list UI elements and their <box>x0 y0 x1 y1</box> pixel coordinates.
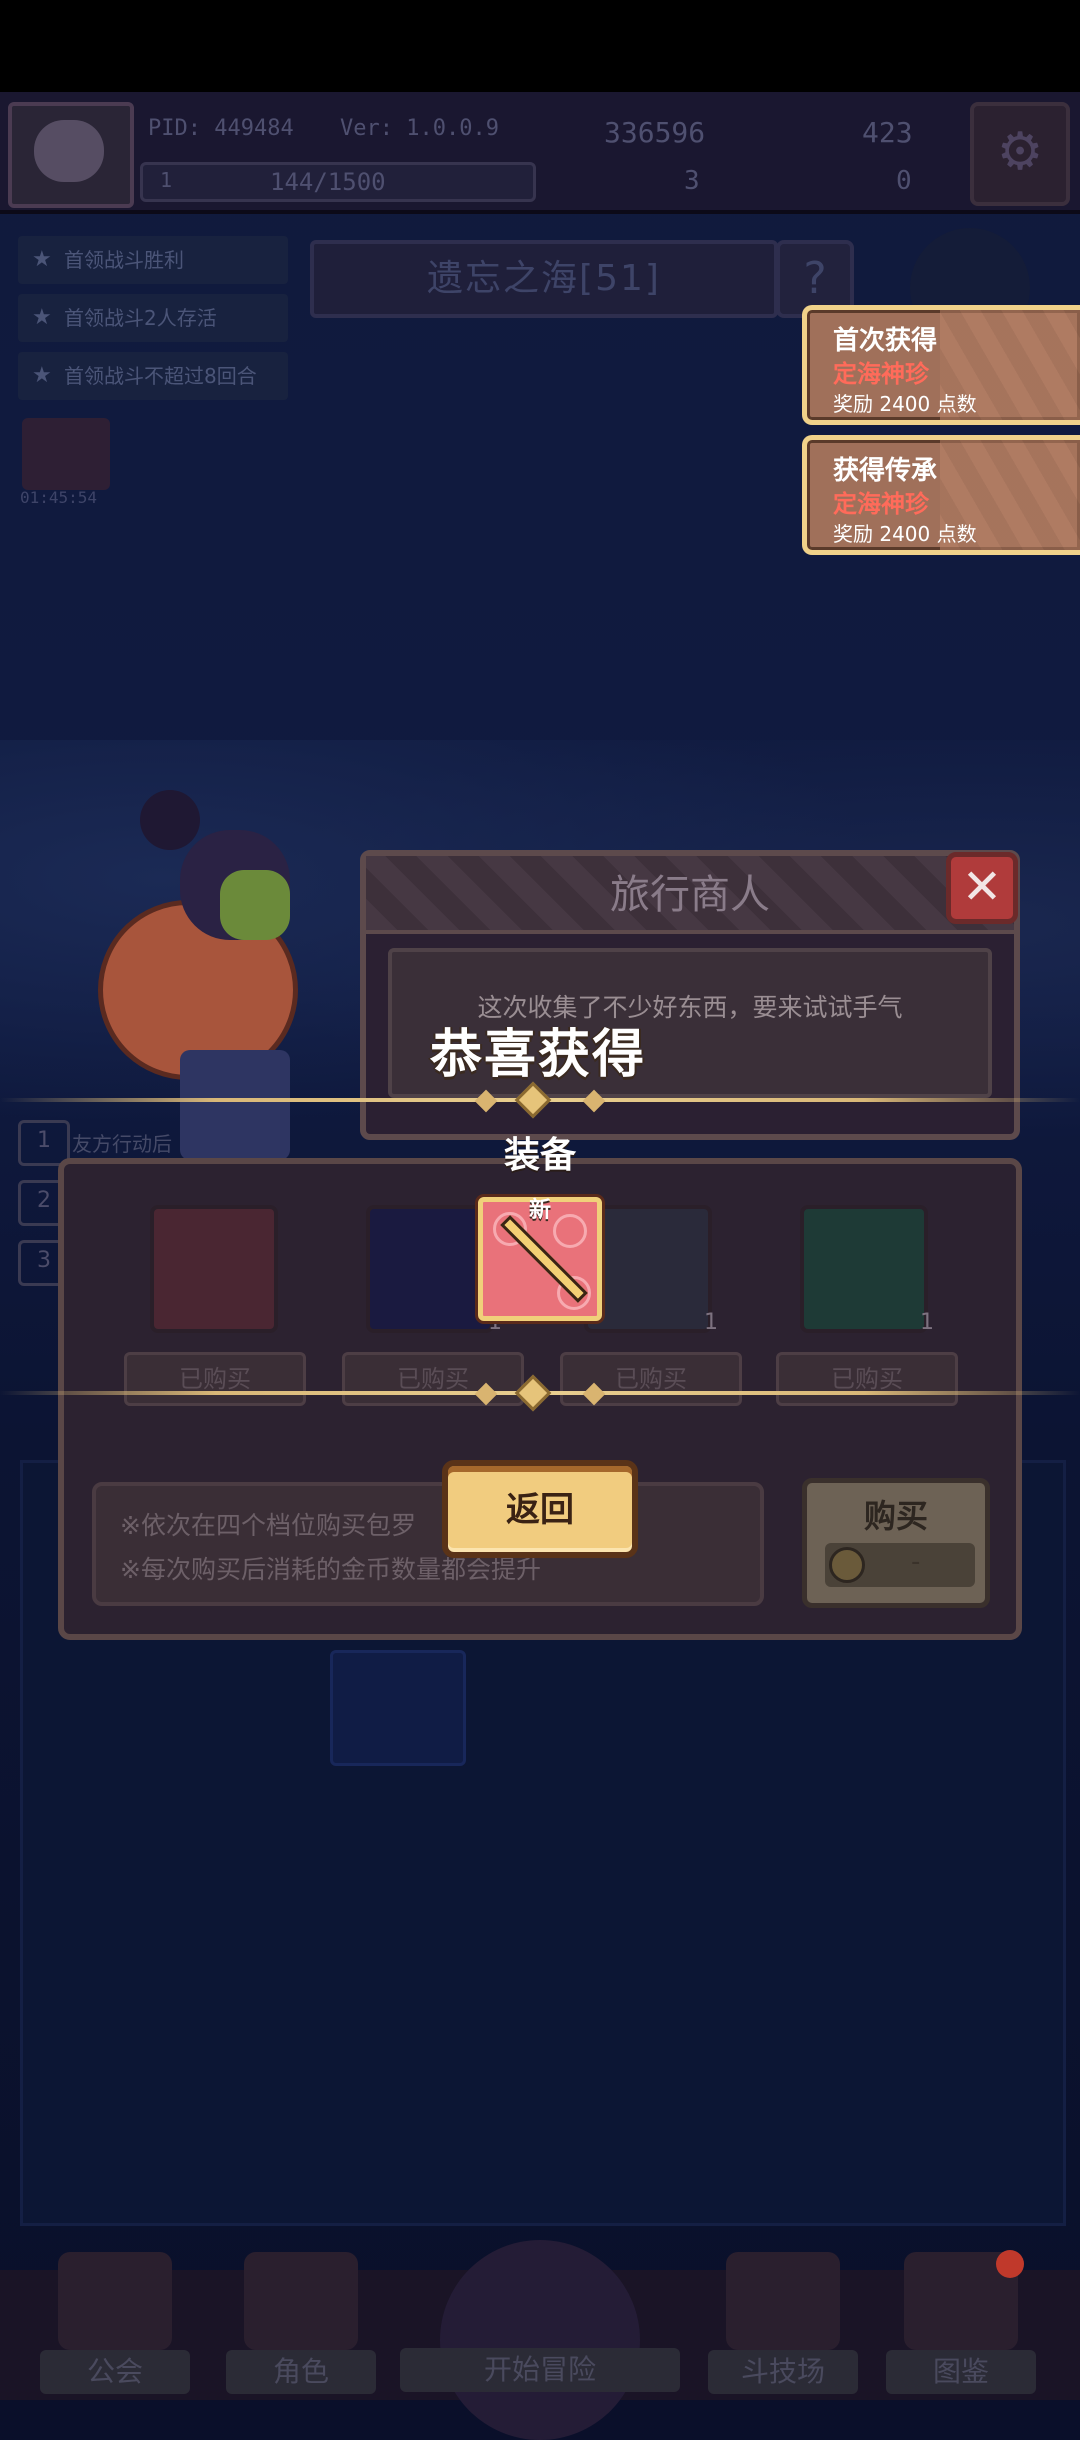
magnifier-icon <box>440 2240 640 2440</box>
quest-label: 首领战斗胜利 <box>64 248 184 272</box>
gift-chest-icon[interactable] <box>22 418 110 490</box>
quest-label: 首领战斗不超过8回合 <box>64 364 257 388</box>
chest-timer: 01:45:54 <box>20 488 98 507</box>
merchant-hair-bun <box>140 790 200 850</box>
energy-level: 1 <box>160 168 173 192</box>
star-icon: ★ <box>32 305 52 330</box>
star-icon: ★ <box>32 363 52 388</box>
coin-icon <box>829 1547 865 1583</box>
back-button[interactable]: 返回 <box>442 1460 638 1558</box>
toast-title: 首次获得 <box>833 326 938 356</box>
nav-guild[interactable]: 公会 <box>40 2252 190 2400</box>
merchant-face <box>220 870 290 940</box>
nav-character[interactable]: 角色 <box>226 2252 376 2400</box>
guild-icon <box>58 2252 172 2350</box>
slot-status-label: 已购买 <box>776 1352 958 1406</box>
tip-line: ※依次在四个档位购买包罗 <box>120 1511 416 1540</box>
divider-ornament <box>470 1374 610 1412</box>
nav-start-adventure[interactable]: 开始冒险 <box>400 2240 680 2440</box>
player-avatar[interactable] <box>8 102 134 208</box>
divider-ornament <box>470 1081 610 1119</box>
shop-slot-clover[interactable] <box>584 1205 712 1333</box>
merchant-dialog-title: 旅行商人 <box>610 872 770 918</box>
nav-label: 图鉴 <box>886 2350 1036 2394</box>
energy-value: 144/1500 <box>270 168 386 196</box>
gear-icon[interactable]: ⚙ <box>970 102 1070 206</box>
quest-item: ★ 首领战斗胜利 <box>18 236 288 284</box>
slot-quantity: 1 <box>704 1310 718 1335</box>
buy-label: 购买 <box>863 1497 928 1535</box>
top-hud: PID: 449484 Ver: 1.0.0.9 1 144/1500 3365… <box>0 92 1080 214</box>
nav-label: 角色 <box>226 2350 376 2394</box>
clover-count: 3 <box>684 166 700 196</box>
quest-item: ★ 首领战斗不超过8回合 <box>18 352 288 400</box>
crossed-swords-icon <box>726 2252 840 2350</box>
coin-count: 336596 <box>604 116 706 149</box>
buy-price: - <box>911 1547 921 1577</box>
toast-reward: 奖励 2400 点数 <box>833 522 977 546</box>
nav-arena[interactable]: 斗技场 <box>708 2252 858 2400</box>
nav-label: 开始冒险 <box>400 2348 680 2392</box>
nav-label: 公会 <box>40 2350 190 2394</box>
key-count: 0 <box>896 166 912 196</box>
shop-tips: ※依次在四个档位购买包罗 ※每次购买后消耗的金币数量都会提升 <box>92 1482 764 1606</box>
ornament-diamond <box>582 1382 606 1406</box>
ornament-diamond <box>474 1089 498 1113</box>
close-icon[interactable]: ✕ <box>946 852 1018 924</box>
new-badge: 新 <box>528 1198 551 1223</box>
buy-button[interactable]: 购买 - <box>802 1478 990 1608</box>
ornament-diamond <box>514 1374 552 1412</box>
shop-slot-crystal-blue[interactable] <box>366 1205 494 1333</box>
toast-reward: 奖励 2400 点数 <box>833 392 977 416</box>
star-icon: ★ <box>32 247 52 272</box>
reward-title: 恭喜获得 <box>430 1025 647 1085</box>
toast-item-name: 定海神珍 <box>833 490 929 518</box>
stage-title: 遗忘之海[51] <box>310 240 778 318</box>
ornament-diamond <box>582 1089 606 1113</box>
version-text: Ver: 1.0.0.9 <box>340 116 499 141</box>
achievement-toast: 首次获得 定海神珍 奖励 2400 点数 <box>802 305 1080 425</box>
toast-item-name: 定海神珍 <box>833 360 929 388</box>
character-icon[interactable] <box>330 1650 466 1766</box>
shop-slot-stick[interactable] <box>150 1205 278 1333</box>
quest-label: 首领战斗2人存活 <box>64 306 217 330</box>
game-screen: PID: 449484 Ver: 1.0.0.9 1 144/1500 3365… <box>0 0 1080 2440</box>
achievement-toast: 获得传承 定海神珍 奖励 2400 点数 <box>802 435 1080 555</box>
back-label: 返回 <box>506 1490 574 1530</box>
merchant-dialog: 旅行商人 这次收集了不少好东西，要来试试手气 <box>360 850 1020 1140</box>
toast-title: 获得传承 <box>833 456 938 486</box>
status-bar <box>0 0 1080 92</box>
reward-category: 装备 <box>503 1135 576 1176</box>
slot-status-label: 已购买 <box>124 1352 306 1406</box>
nav-label: 斗技场 <box>708 2350 858 2394</box>
slot-quantity: 1 <box>920 1310 934 1335</box>
shop-slot-crystal-green[interactable] <box>800 1205 928 1333</box>
ornament-diamond <box>474 1382 498 1406</box>
merchant-character <box>80 790 340 1170</box>
gem-count: 423 <box>862 116 913 149</box>
avatar-face <box>34 120 104 182</box>
quest-item: ★ 首领战斗2人存活 <box>18 294 288 342</box>
pid-text: PID: 449484 <box>148 116 294 141</box>
ornament-diamond <box>514 1081 552 1119</box>
character-nav-icon <box>244 2252 358 2350</box>
notification-dot <box>996 2250 1024 2278</box>
